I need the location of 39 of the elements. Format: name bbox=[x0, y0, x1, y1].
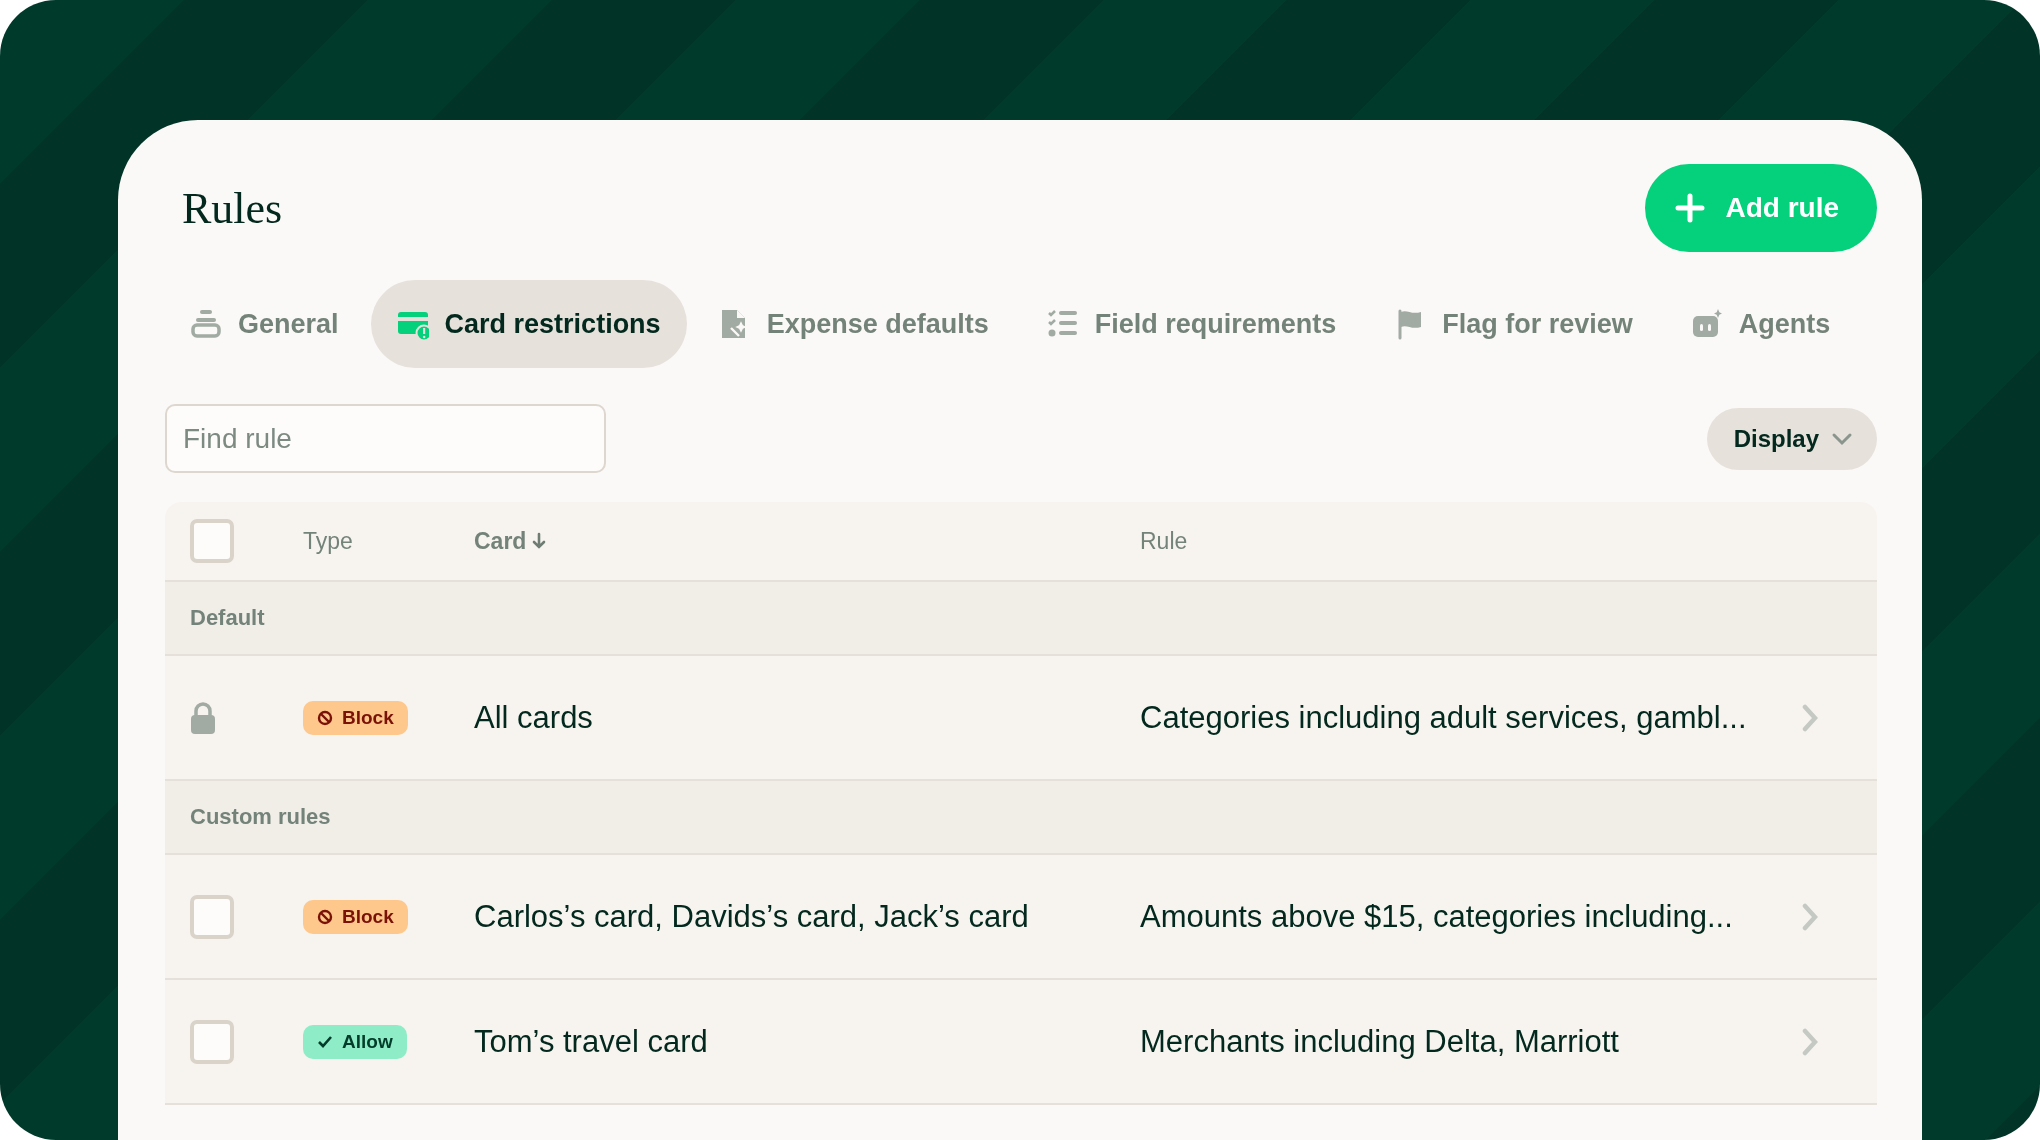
search-field[interactable]: Find rule bbox=[165, 404, 606, 473]
stack-icon bbox=[190, 308, 222, 340]
checkbox[interactable] bbox=[190, 894, 234, 939]
lock-icon bbox=[190, 701, 216, 734]
blocked-icon bbox=[317, 709, 333, 726]
table-row[interactable]: Block Carlos’s card, Davids’s card, Jack’s card Amounts above $15, categories including... bbox=[165, 855, 1877, 980]
tab[interactable]: Expense defaults bbox=[692, 280, 1015, 368]
plus-icon bbox=[1675, 193, 1706, 223]
add-rule-button[interactable]: Add rule bbox=[1645, 164, 1877, 252]
checkbox[interactable] bbox=[190, 1019, 234, 1064]
table-row[interactable]: Allow Tom’s travel card Merchants including Delta, Marriott bbox=[165, 980, 1877, 1105]
allow-badge: Allow bbox=[303, 1024, 407, 1059]
tab[interactable]: General bbox=[164, 280, 365, 368]
rule-summary: Categories including adult services, gambl... bbox=[1140, 699, 1747, 736]
card-name: Carlos’s card, Davids’s card, Jack’s card bbox=[474, 898, 1029, 935]
chevron-right-icon bbox=[1802, 1027, 1818, 1056]
blocked-icon bbox=[317, 908, 333, 925]
group-label: Default bbox=[190, 605, 265, 631]
display-button[interactable]: Display bbox=[1706, 407, 1877, 470]
block-badge: Block bbox=[303, 899, 408, 934]
card-name: Tom’s travel card bbox=[474, 1023, 708, 1060]
tab[interactable]: Agents bbox=[1664, 280, 1857, 368]
column-header[interactable]: Card bbox=[474, 527, 547, 555]
card-name: All cards bbox=[474, 699, 593, 736]
rule-summary: Amounts above $15, categories including... bbox=[1140, 898, 1733, 935]
block-badge: Block bbox=[303, 700, 408, 735]
page-title: Rules bbox=[182, 182, 283, 234]
group-label: Custom rules bbox=[190, 804, 331, 830]
tab[interactable]: Field requirements bbox=[1020, 280, 1363, 368]
chevron-right-icon bbox=[1802, 902, 1818, 931]
sort-arrow-icon bbox=[532, 532, 547, 550]
robot-icon bbox=[1690, 308, 1723, 340]
rule-summary: Merchants including Delta, Marriott bbox=[1140, 1023, 1619, 1060]
checkbox[interactable] bbox=[190, 519, 234, 563]
column-header[interactable]: Rule bbox=[1140, 527, 1188, 555]
tab[interactable]: Card restrictions bbox=[370, 280, 687, 368]
chevron-right-icon bbox=[1802, 703, 1818, 732]
tab[interactable]: Flag for review bbox=[1368, 280, 1659, 368]
column-header[interactable]: Type bbox=[303, 527, 353, 555]
